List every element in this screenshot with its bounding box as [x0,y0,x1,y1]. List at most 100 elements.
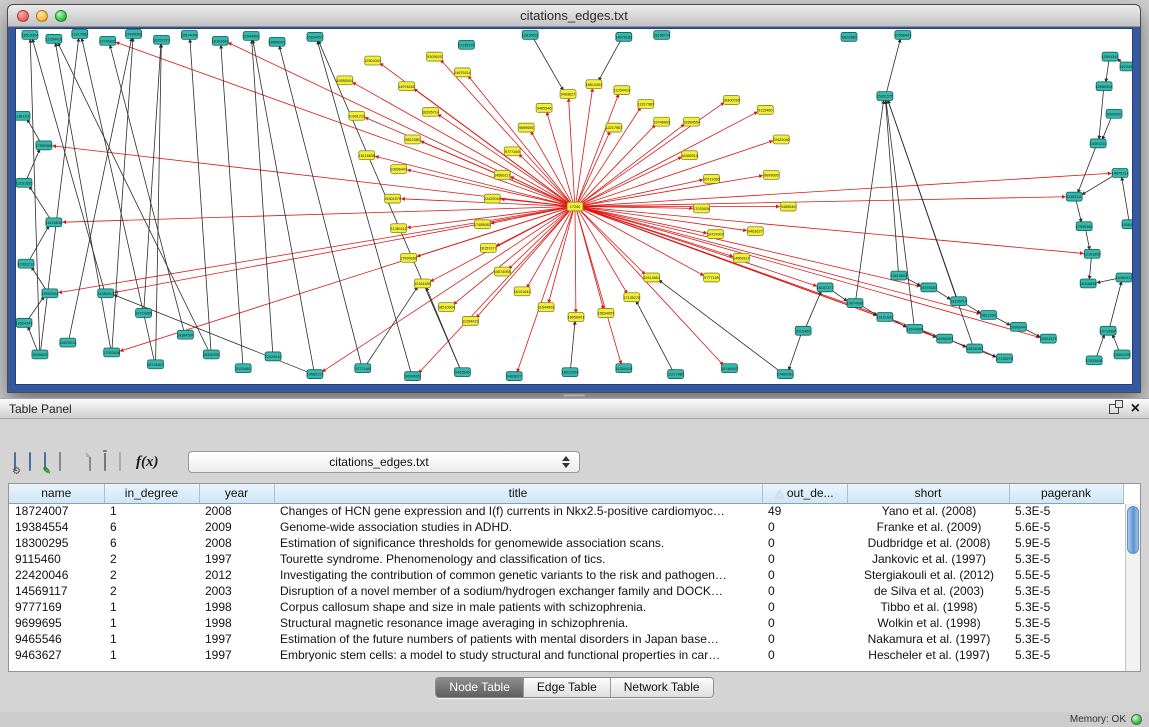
table-cell[interactable]: Dudbridge et al. (2008) [847,535,1009,551]
function-builder-button[interactable]: f(x) [134,453,159,471]
graph-node[interactable]: 17135278 [996,354,1013,363]
column-header-pagerank[interactable]: pagerank [1009,484,1123,503]
graph-node[interactable]: 14976160 [615,32,632,41]
graph-node[interactable]: 12161655 [414,279,431,288]
graph-node[interactable]: 14976160 [398,82,415,91]
graph-node[interactable]: 9777169 [704,273,720,282]
graph-node[interactable]: 17999366 [400,253,417,262]
table-cell[interactable]: Estimation of the future numbers of pati… [274,631,762,647]
graph-node[interactable]: 16157277 [817,283,834,292]
table-cell[interactable]: 1 [104,599,199,615]
graph-node[interactable]: 14679214 [1112,169,1129,178]
graph-node[interactable]: 10674098 [494,267,511,276]
delete-button[interactable] [104,453,106,471]
scrollbar-thumb[interactable] [1127,506,1139,554]
table-cell[interactable]: 2008 [199,535,274,551]
graph-node[interactable]: 11254419 [616,364,632,373]
table-cell[interactable]: 9115460 [9,551,104,567]
graph-node[interactable]: 14569117 [494,171,510,180]
table-cell[interactable]: Tourette syndrome. Phenomenology and cla… [274,551,762,567]
graph-node[interactable]: 12610651 [890,271,907,280]
table-cell[interactable]: 5.6E-5 [1009,519,1123,535]
table-mode-button[interactable]: ⚙ [14,453,16,471]
graph-node[interactable]: 9822380 [841,32,857,41]
graph-node[interactable]: 9699695 [518,123,534,132]
table-cell[interactable]: 5.5E-5 [1009,567,1123,583]
graph-node[interactable]: 16157277 [480,243,497,252]
graph-node[interactable]: 9115460 [795,326,811,335]
column-header-in-degree[interactable]: in_degree [104,484,199,503]
graph-node[interactable]: 12610651 [643,273,660,282]
graph-node[interactable]: 18724007 [147,360,164,369]
graph-node[interactable]: 12504341 [16,318,32,327]
table-cell[interactable]: 1 [104,647,199,663]
table-cell[interactable]: 2003 [199,583,274,599]
graph-node[interactable]: 9309520 [427,52,443,61]
table-cell[interactable]: 2 [104,567,199,583]
graph-node[interactable]: 10391210 [18,259,35,268]
table-cell[interactable]: 1998 [199,615,274,631]
table-cell[interactable]: 0 [762,551,847,567]
graph-node[interactable]: 10996447 [1010,322,1027,331]
graph-node[interactable]: 15301575 [1040,334,1057,343]
graph-node[interactable]: 9463627 [747,227,763,236]
vertical-scrollbar[interactable] [1125,504,1140,671]
graph-node[interactable]: 17999366 [36,141,53,150]
table-row[interactable]: 2242004622012Investigating the contribut… [9,567,1123,583]
graph-node[interactable]: 10674098 [181,30,198,39]
graph-node[interactable]: 15301575 [384,194,401,203]
table-cell[interactable]: 0 [762,583,847,599]
graph-node[interactable]: 12161655 [1084,249,1101,258]
show-columns-button[interactable] [29,453,31,471]
graph-node[interactable]: 10391210 [1090,139,1107,148]
new-column-button[interactable]: ✎ [44,453,46,471]
graph-node[interactable]: 16380913 [1116,273,1132,282]
graph-node[interactable]: 9465546 [536,103,552,112]
window-titlebar[interactable]: citations_edges.txt [8,5,1140,27]
graph-node[interactable]: 17033636 [1086,356,1103,365]
graph-node[interactable]: 22420046 [265,352,282,361]
column-header-out-de-[interactable]: △out_de... [762,484,847,503]
column-header-title[interactable]: title [274,484,762,503]
table-row[interactable]: 911546021997Tourette syndrome. Phenomeno… [9,551,1123,567]
graph-node[interactable]: 9699695 [763,171,779,180]
table-row[interactable]: 946554611997Estimation of the future num… [9,631,1123,647]
table-cell[interactable]: Jankovic et al. (1997) [847,551,1009,567]
graph-node[interactable]: 12504341 [364,56,381,65]
table-cell[interactable]: 5.3E-5 [1009,647,1123,663]
graph-node[interactable]: 9699695 [405,372,421,381]
table-cell[interactable]: 5.3E-5 [1009,615,1123,631]
table-cell[interactable]: Structural magnetic resonance image aver… [274,615,762,631]
table-cell[interactable]: 2 [104,583,199,599]
graph-node[interactable]: 16116835 [358,151,374,160]
table-cell[interactable]: 1997 [199,647,274,663]
graph-node[interactable]: 15950004 [1096,82,1113,91]
table-cell[interactable]: 1998 [199,599,274,615]
table-row[interactable]: 969969511998Structural magnetic resonanc… [9,615,1123,631]
graph-node[interactable]: 10996447 [390,165,407,174]
graph-node[interactable]: 14976160 [920,283,937,292]
table-row[interactable]: 1456911722003Disruption of a novel membe… [9,583,1123,599]
table-cell[interactable]: Investigating the contribution of common… [274,567,762,583]
new-file-button[interactable] [89,453,91,471]
table-cell[interactable]: de Silva et al. (2003) [847,583,1009,599]
graph-node[interactable]: 17240 [567,202,583,211]
table-cell[interactable]: Yano et al. (2008) [847,503,1009,519]
table-cell[interactable]: 1997 [199,631,274,647]
table-cell[interactable]: 19384554 [9,519,104,535]
graph-node[interactable]: 18195714 [653,30,670,39]
graph-node[interactable]: 11254419 [614,86,630,95]
tab-network-table[interactable]: Network Table [611,678,713,697]
row-list-button[interactable] [59,453,61,471]
graph-node[interactable]: 10674098 [847,299,864,308]
graph-node[interactable]: 11544909 [907,324,923,333]
graph-node[interactable]: 18300295 [203,350,220,359]
graph-node[interactable]: 9465546 [454,368,470,377]
graph-node[interactable]: 11381111 [391,224,407,233]
graph-node[interactable]: 10391210 [348,111,365,120]
graph-node[interactable]: 17135278 [458,40,475,49]
graph-node[interactable]: 14569117 [733,253,749,262]
table-cell[interactable]: 1 [104,503,199,519]
graph-node[interactable]: 15950004 [41,289,58,298]
table-cell[interactable]: 0 [762,599,847,615]
